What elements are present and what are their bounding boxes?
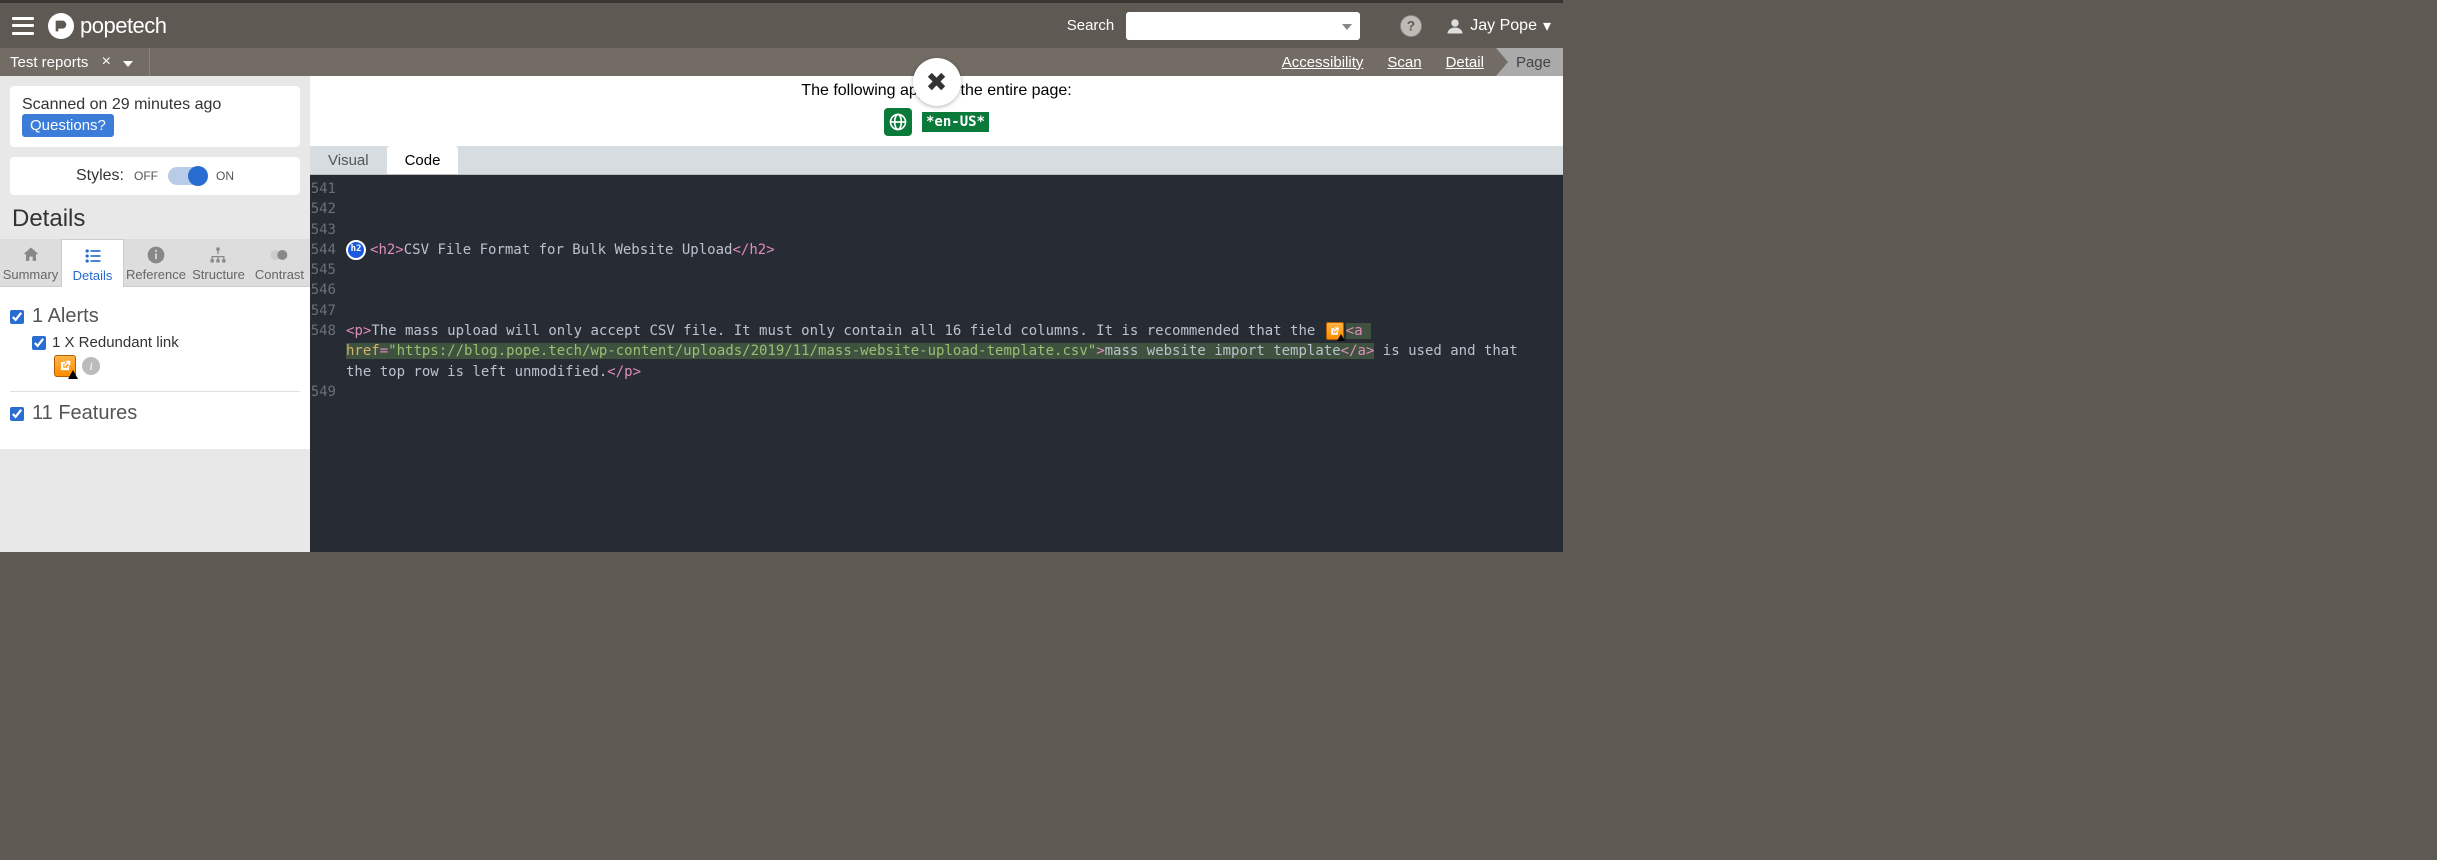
code-line-548: <p>The mass upload will only accept CSV …: [346, 321, 1563, 382]
content-panel: ✖ The following apply to the entire page…: [310, 76, 1563, 552]
brand-logo[interactable]: popetech: [48, 13, 167, 39]
top-navigation: popetech Search ? Jay Pope ▾: [0, 0, 1563, 48]
tab-details[interactable]: Details: [61, 239, 124, 287]
code-viewer[interactable]: 541 542 543 544h2<h2>CSV File Format for…: [310, 175, 1563, 552]
crumb-page: Page: [1496, 48, 1563, 76]
close-tab-icon[interactable]: ×: [96, 53, 117, 71]
search-label: Search: [1067, 17, 1115, 34]
line-number: 543: [310, 220, 346, 240]
close-panel-button[interactable]: ✖: [913, 58, 961, 106]
sidebar: Scanned on 29 minutes ago Questions? Sty…: [0, 76, 310, 552]
features-group: 11 Features: [10, 402, 300, 425]
language-row: *en-US*: [310, 108, 1563, 146]
redundant-link-icon[interactable]: [54, 355, 76, 377]
detail-tabs: Summary Details Reference Structure Cont…: [0, 239, 310, 287]
view-tabs: Visual Code: [310, 146, 1563, 175]
scan-info-card: Scanned on 29 minutes ago Questions?: [10, 86, 300, 147]
workspace-tab-title: Test reports: [10, 54, 88, 71]
contrast-icon: [269, 245, 289, 265]
styles-toggle[interactable]: [168, 167, 206, 185]
crumb-accessibility[interactable]: Accessibility: [1270, 48, 1376, 76]
styles-toggle-row: Styles: OFF ON: [10, 157, 300, 195]
menu-icon[interactable]: [12, 17, 34, 35]
tab-dropdown-icon[interactable]: [117, 54, 139, 71]
alerts-subitem: 1 X Redundant link: [32, 334, 300, 351]
crumb-detail[interactable]: Detail: [1434, 48, 1496, 76]
language-icon[interactable]: [884, 108, 912, 136]
line-number: 545: [310, 260, 346, 280]
alerts-group: 1 Alerts 1 X Redundant link i: [10, 305, 300, 377]
caret-down-icon: ▾: [1543, 16, 1551, 36]
styles-label: Styles:: [76, 167, 124, 185]
line-number: 546: [310, 280, 346, 300]
help-icon[interactable]: ?: [1400, 15, 1422, 37]
redundant-link-label: 1 X Redundant link: [52, 334, 179, 351]
line-number: 542: [310, 199, 346, 219]
detail-body: 1 Alerts 1 X Redundant link i 11 Feature…: [0, 287, 310, 449]
redundant-link-checkbox[interactable]: [32, 336, 46, 350]
svg-text:?: ?: [1407, 18, 1415, 33]
user-menu[interactable]: Jay Pope ▾: [1446, 16, 1551, 36]
info-icon: [146, 245, 166, 265]
alerts-title: 1 Alerts: [32, 305, 99, 328]
features-title: 11 Features: [32, 402, 137, 425]
line-number: 549: [310, 382, 346, 402]
line-number: 544: [310, 240, 346, 260]
brand-name: popetech: [80, 13, 167, 39]
search-input[interactable]: [1126, 12, 1360, 40]
redundant-link-inline-icon[interactable]: [1326, 322, 1344, 340]
details-heading: Details: [12, 205, 298, 233]
brand-mark-icon: [48, 13, 74, 39]
hierarchy-icon: [208, 245, 228, 265]
search-dropdown[interactable]: [1126, 12, 1360, 40]
tab-code[interactable]: Code: [387, 146, 459, 174]
tab-summary[interactable]: Summary: [0, 239, 61, 286]
alerts-checkbox[interactable]: [10, 310, 24, 324]
user-name: Jay Pope: [1470, 17, 1537, 35]
breadcrumb: Accessibility Scan Detail Page: [1270, 48, 1563, 76]
crumb-scan[interactable]: Scan: [1375, 48, 1433, 76]
tab-contrast[interactable]: Contrast: [249, 239, 310, 286]
context-bar: Test reports × Accessibility Scan Detail…: [0, 48, 1563, 76]
line-number: 541: [310, 179, 346, 199]
h2-badge-icon: h2: [346, 240, 366, 260]
toggle-off-label: OFF: [134, 169, 158, 183]
questions-button[interactable]: Questions?: [22, 114, 114, 137]
tab-reference[interactable]: Reference: [124, 239, 188, 286]
line-number: 548: [310, 321, 346, 382]
separator: [10, 391, 300, 392]
line-number: 547: [310, 301, 346, 321]
language-badge: *en-US*: [922, 112, 989, 132]
tab-structure[interactable]: Structure: [188, 239, 249, 286]
info-icon[interactable]: i: [82, 357, 100, 375]
home-icon: [21, 245, 41, 265]
scan-timestamp: Scanned on 29 minutes ago: [22, 96, 221, 114]
tab-visual[interactable]: Visual: [310, 146, 387, 174]
user-icon: [1446, 17, 1464, 35]
code-line-544: h2<h2>CSV File Format for Bulk Website U…: [346, 240, 1563, 260]
main-area: Scanned on 29 minutes ago Questions? Sty…: [0, 76, 1563, 552]
toggle-on-label: ON: [216, 169, 234, 183]
list-icon: [83, 246, 103, 266]
features-checkbox[interactable]: [10, 407, 24, 421]
workspace-tab[interactable]: Test reports ×: [0, 48, 150, 76]
